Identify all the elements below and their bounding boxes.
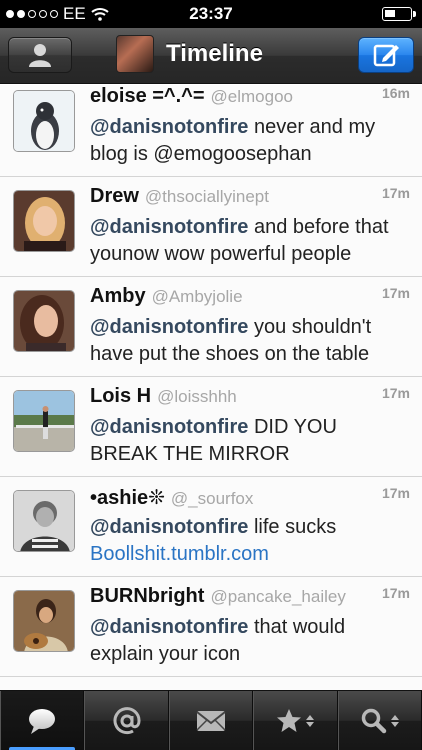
tweet-message: life sucks	[248, 516, 337, 538]
status-time: 23:37	[189, 4, 233, 23]
tab-timeline[interactable]	[0, 691, 85, 750]
tweet-author-handle: @pancake_hailey	[210, 587, 346, 606]
tweet-text: @danisnotonfire and before that younow w…	[90, 214, 410, 268]
at-sign-icon	[113, 707, 141, 735]
tab-messages[interactable]	[168, 691, 254, 750]
avatar[interactable]	[13, 390, 75, 452]
tweet-row[interactable]	[0, 677, 422, 690]
tweet-time: 17m	[381, 385, 410, 401]
tweet-time: 17m	[381, 485, 410, 501]
tweet-link[interactable]: Boollshit.tumblr.com	[90, 543, 269, 565]
tweet-row[interactable]: eloise =^.^= @elmogoo 16m @danisnotonfire…	[0, 85, 422, 177]
avatar[interactable]	[13, 490, 75, 552]
tweet-author-handle: @elmogoo	[210, 87, 293, 106]
envelope-icon	[196, 711, 226, 731]
tab-search[interactable]	[337, 691, 422, 750]
avatar[interactable]	[13, 190, 75, 252]
battery-icon	[382, 7, 416, 21]
tweet-time: 16m	[381, 85, 410, 101]
tweet-time: 17m	[381, 585, 410, 601]
tweet-author-name[interactable]: Drew	[90, 185, 139, 207]
tweet-mention[interactable]: @danisnotonfire	[90, 316, 248, 338]
tweet-author-handle: @loisshhh	[157, 387, 237, 406]
avatar[interactable]	[13, 290, 75, 352]
tweet-author-name[interactable]: Amby	[90, 285, 146, 307]
account-avatar	[116, 35, 154, 73]
avatar[interactable]	[13, 90, 75, 152]
chevron-up-down-icon	[306, 715, 315, 727]
tweet-row[interactable]: •ashie❊ @_sourfox 17m @danisnotonfire lif…	[0, 477, 422, 577]
tab-favorites[interactable]	[253, 691, 338, 750]
navigation-bar: Timeline	[0, 28, 422, 84]
speech-bubble-icon	[29, 709, 56, 734]
tweet-author-handle: @Ambyjolie	[151, 287, 243, 306]
tweet-mention[interactable]: @danisnotonfire	[90, 616, 248, 638]
compose-icon	[373, 44, 399, 67]
search-icon	[361, 708, 387, 734]
tweet-row[interactable]: Amby @Ambyjolie 17m @danisnotonfire you s…	[0, 277, 422, 377]
tweet-mention[interactable]: @danisnotonfire	[90, 216, 248, 238]
tweet-text: @danisnotonfire life sucks Boollshit.tumb…	[90, 514, 410, 568]
tweet-text: @danisnotonfire DID YOU BREAK THE MIRROR	[90, 414, 410, 468]
status-bar: EE 23:37	[0, 0, 422, 28]
page-title: Timeline	[166, 40, 263, 67]
tweet-row[interactable]: BURNbright @pancake_hailey 17m @danisnoto…	[0, 577, 422, 677]
tweet-row[interactable]: Drew @thsociallyinept 17m @danisnotonfire…	[0, 177, 422, 277]
tweet-author-name[interactable]: eloise =^.^=	[90, 85, 205, 107]
tweet-text: @danisnotonfire you shouldn't have put t…	[90, 314, 410, 368]
tweet-mention[interactable]: @danisnotonfire	[90, 116, 248, 138]
tweet-text: @danisnotonfire that would explain your …	[90, 614, 410, 668]
accounts-button[interactable]	[8, 37, 72, 73]
timeline-list[interactable]: eloise =^.^= @elmogoo 16m @danisnotonfire…	[0, 85, 422, 690]
tweet-text: @danisnotonfire never and my blog is @em…	[90, 114, 410, 168]
chevron-up-down-icon	[390, 715, 399, 727]
tab-mentions[interactable]	[84, 691, 169, 750]
timeline-title-group[interactable]: Timeline	[116, 35, 263, 73]
tweet-mention[interactable]: @danisnotonfire	[90, 416, 248, 438]
tweet-author-name[interactable]: Lois H	[90, 385, 151, 407]
compose-button[interactable]	[358, 37, 414, 73]
tweet-time: 17m	[381, 185, 410, 201]
tweet-row[interactable]: Lois H @loisshhh 17m @danisnotonfire DID …	[0, 377, 422, 477]
tweet-author-handle: @thsociallyinept	[144, 187, 269, 206]
tweet-author-name[interactable]: •ashie❊	[90, 487, 165, 509]
avatar[interactable]	[13, 590, 75, 652]
tweet-author-name[interactable]: BURNbright	[90, 585, 204, 607]
tweet-author-handle: @_sourfox	[170, 489, 254, 508]
tab-bar	[0, 690, 422, 750]
tweet-mention[interactable]: @danisnotonfire	[90, 516, 248, 538]
user-icon	[29, 44, 51, 67]
tweet-time: 17m	[381, 285, 410, 301]
star-icon	[277, 709, 302, 732]
